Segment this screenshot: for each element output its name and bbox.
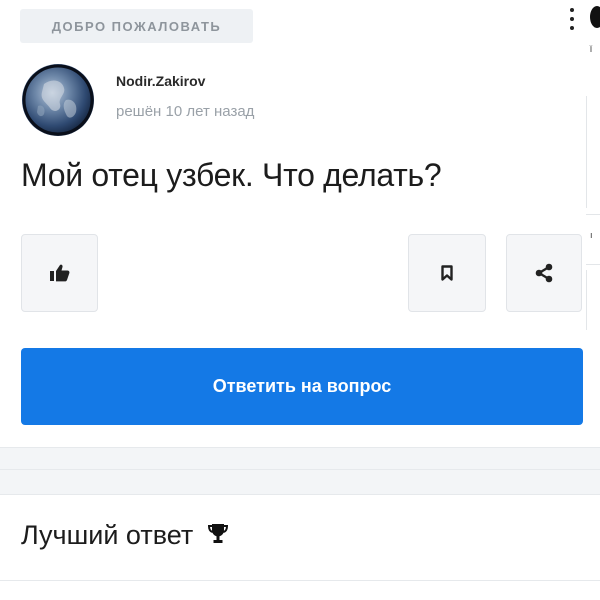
question-title: Мой отец узбек. Что делать? [21,157,442,193]
bookmark-icon [441,265,453,281]
bookmark-button[interactable] [408,234,486,312]
like-button[interactable] [21,234,98,312]
section-divider [0,580,600,581]
best-answer-label: Лучший ответ [21,520,194,550]
panel-divider [586,96,587,208]
best-answer-heading: Лучший ответ [21,520,229,551]
question-page: ДОБРО ПОЖАЛОВАТЬ ǐ ı Nodir.Zakirov решён… [0,0,600,600]
thumbs-up-icon [49,264,69,282]
author-username[interactable]: Nodir.Zakirov [116,73,205,89]
more-options-icon[interactable] [566,8,578,30]
answer-question-button[interactable]: Ответить на вопрос [21,348,583,425]
adjacent-panel-edge: ǐ ı [586,0,600,600]
panel-divider [586,270,587,330]
share-button[interactable] [506,234,582,312]
share-icon [535,263,553,283]
earth-globe-avatar [22,64,94,136]
panel-divider [586,214,600,215]
cut-off-text-fragment: ǐ [590,44,592,54]
cut-off-text-fragment: ı [590,230,593,240]
welcome-badge: ДОБРО ПОЖАЛОВАТЬ [20,9,253,43]
solved-timestamp: решён 10 лет назад [116,103,255,120]
section-separator [0,447,600,495]
panel-divider [586,264,600,265]
cut-off-logo-icon [590,6,600,28]
avatar[interactable] [22,64,94,136]
trophy-icon [207,520,229,551]
